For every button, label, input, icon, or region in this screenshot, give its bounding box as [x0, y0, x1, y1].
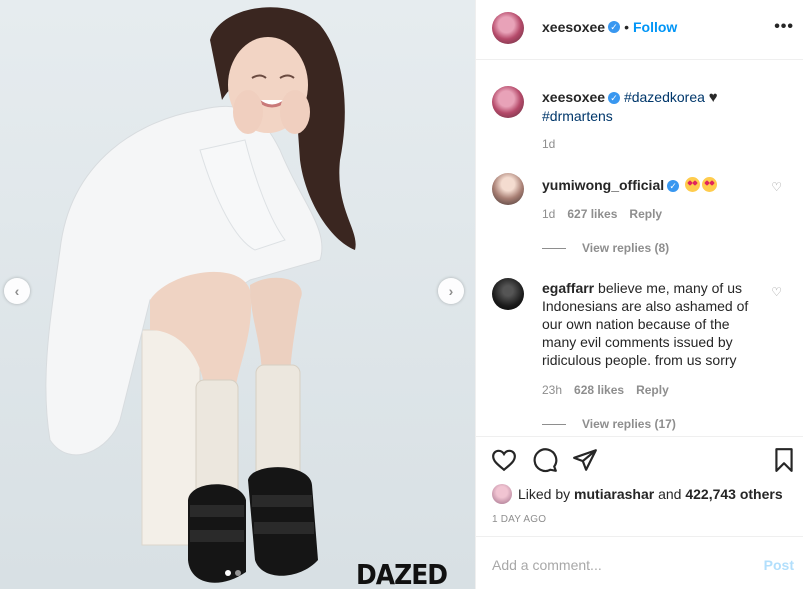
post-actions: Liked by mutiarashar and 422,743 others … [476, 436, 803, 536]
next-photo-button[interactable]: › [438, 278, 464, 304]
comment-like-count[interactable]: 627 likes [567, 207, 617, 221]
black-heart-emoji-icon: ♥ [708, 89, 718, 106]
liked-by-and: and [658, 486, 682, 502]
caption-meta: 1d [542, 137, 555, 151]
comments-list[interactable]: xeesoxee ✓ #dazedkorea ♥ #drmartens 1d yu… [476, 61, 803, 435]
verified-badge-icon: ✓ [608, 92, 621, 105]
commenter-username[interactable]: egaffarr [542, 280, 594, 296]
comment-like-count[interactable]: 628 likes [574, 383, 624, 397]
commenter-username[interactable]: yumiwong_official [542, 177, 664, 193]
hashtag-link[interactable]: #dazedkorea [624, 89, 705, 105]
replies-divider [542, 423, 566, 425]
likes-count-link[interactable]: 422,743 others [685, 486, 782, 502]
carousel-dot-active [225, 570, 231, 576]
like-comment-heart-icon[interactable]: ♡ [771, 285, 782, 299]
reply-button[interactable]: Reply [629, 207, 662, 221]
chevron-left-icon: ‹ [14, 283, 20, 299]
share-paper-plane-icon[interactable] [572, 447, 598, 473]
previous-photo-button[interactable]: ‹ [4, 278, 30, 304]
more-options-icon[interactable]: ••• [774, 18, 794, 36]
commenter-avatar[interactable] [492, 173, 524, 205]
post-sidebar: xeesoxee ✓ • Follow ••• xeesoxee ✓ #dazed… [475, 0, 803, 589]
carousel-dot [235, 570, 241, 576]
liker-username[interactable]: mutiarashar [574, 486, 654, 502]
caption-username[interactable]: xeesoxee [542, 89, 605, 105]
post-comment-button[interactable]: Post [764, 557, 794, 573]
verified-badge-icon: ✓ [608, 21, 621, 33]
like-comment-heart-icon[interactable]: ♡ [771, 180, 782, 194]
comment-text: egaffarr believe me, many of us Indonesi… [542, 279, 758, 369]
post-photo[interactable]: ‹ › DAZED [0, 0, 475, 589]
caption-time[interactable]: 1d [542, 137, 555, 151]
heart-eyes-emoji-icon [685, 177, 701, 192]
instagram-post-modal: ‹ › DAZED xeesoxee ✓ • Follow ••• xeesox… [0, 0, 803, 589]
view-replies-label: View replies (17) [582, 417, 676, 431]
comment-time[interactable]: 23h [542, 383, 562, 397]
hashtag-link[interactable]: #drmartens [542, 108, 613, 124]
post-timestamp[interactable]: 1 DAY AGO [492, 514, 546, 525]
comment-time[interactable]: 1d [542, 207, 555, 221]
replies-divider [542, 247, 566, 249]
caption-text: xeesoxee ✓ #dazedkorea ♥ #drmartens [542, 88, 758, 125]
caption-avatar[interactable] [492, 86, 524, 118]
separator-dot: • [624, 19, 629, 35]
view-replies-button[interactable]: View replies (17) [542, 417, 676, 431]
commenter-avatar[interactable] [492, 278, 524, 310]
comment-meta: 1d 627 likes Reply [542, 207, 662, 221]
comment-input[interactable]: Add a comment... [492, 557, 602, 573]
author-avatar[interactable] [492, 12, 524, 44]
comment-bubble-icon[interactable] [532, 447, 558, 473]
add-comment-bar: Add a comment... Post [476, 536, 803, 589]
author-username[interactable]: xeesoxee [542, 19, 605, 35]
carousel-indicator [225, 570, 241, 576]
likes-summary: Liked by mutiarashar and 422,743 others [492, 484, 783, 504]
reply-button[interactable]: Reply [636, 383, 669, 397]
save-bookmark-icon[interactable] [771, 447, 797, 473]
view-replies-label: View replies (8) [582, 241, 670, 255]
photo-watermark: DAZED [356, 558, 448, 589]
liked-by-prefix: Liked by [518, 486, 571, 502]
chevron-right-icon: › [448, 283, 454, 299]
post-header: xeesoxee ✓ • Follow ••• [476, 0, 803, 60]
liker-avatar[interactable] [492, 484, 512, 504]
like-heart-icon[interactable] [491, 447, 517, 473]
photo-illustration [0, 0, 475, 589]
comment-text: yumiwong_official ✓ [542, 176, 758, 194]
view-replies-button[interactable]: View replies (8) [542, 241, 669, 255]
comment-meta: 23h 628 likes Reply [542, 383, 669, 397]
heart-eyes-emoji-icon [702, 177, 718, 192]
author-line: xeesoxee ✓ • Follow [542, 19, 677, 35]
follow-button[interactable]: Follow [633, 19, 677, 35]
verified-badge-icon: ✓ [667, 180, 680, 193]
